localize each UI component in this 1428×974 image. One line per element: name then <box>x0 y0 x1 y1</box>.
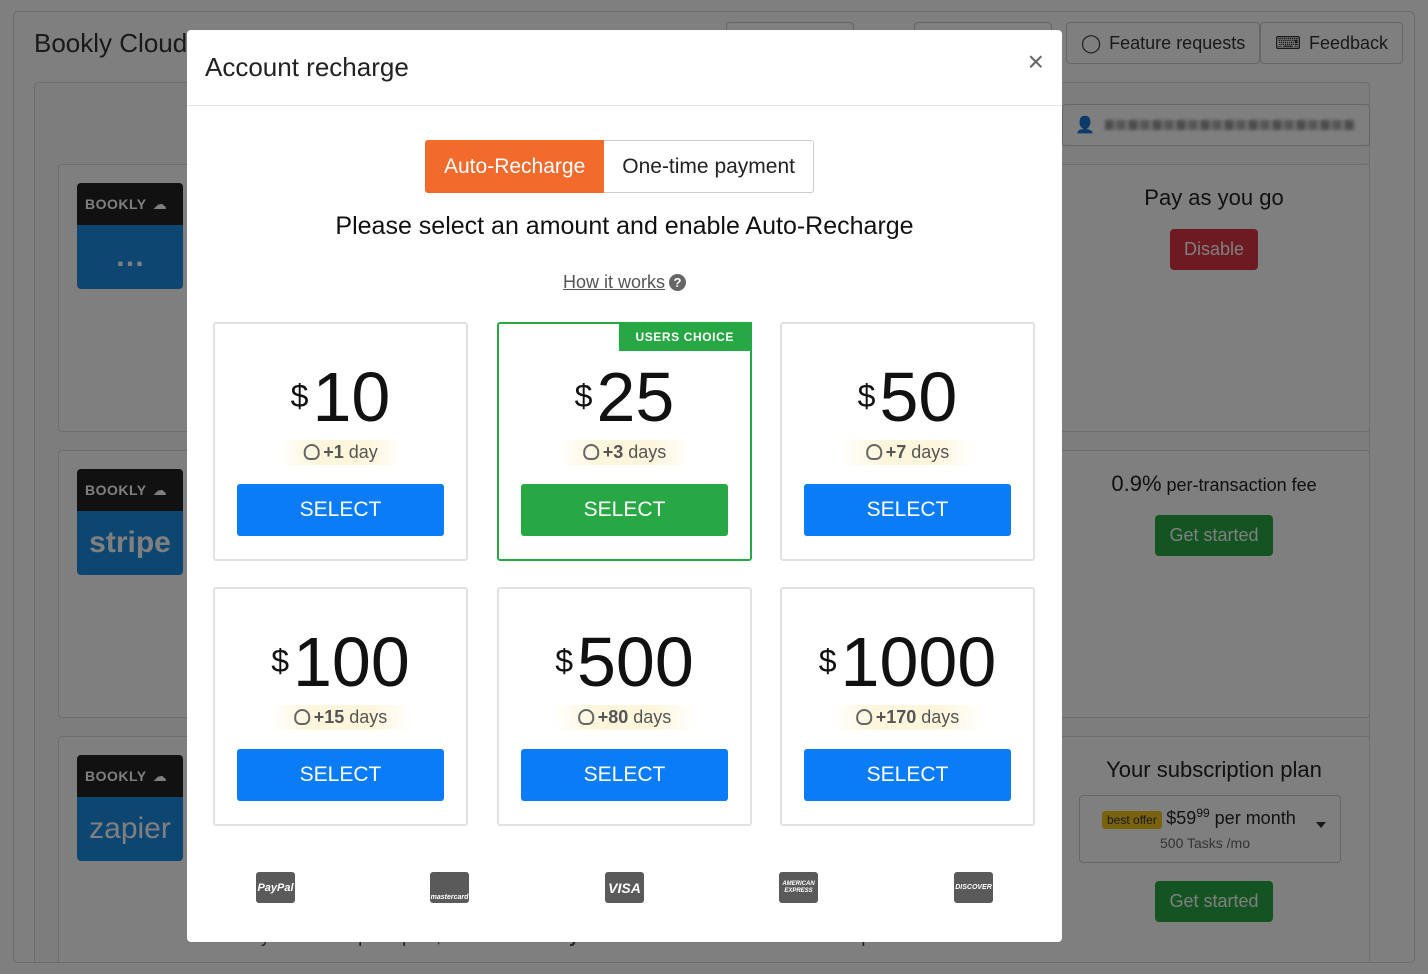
currency-symbol: $ <box>818 643 837 679</box>
plan-amount: $25 <box>499 362 750 432</box>
headset-icon <box>577 709 594 725</box>
plan-amount: $50 <box>782 362 1033 432</box>
bonus-unit: days <box>628 707 672 727</box>
bonus-days: +3 days <box>556 440 693 465</box>
select-button-25[interactable]: SELECT <box>521 484 728 536</box>
bonus-unit: days <box>916 707 960 727</box>
currency-symbol: $ <box>290 378 309 414</box>
account-recharge-modal: Account recharge × Auto-Recharge One-tim… <box>187 30 1062 942</box>
bonus-days: +15 days <box>267 705 414 730</box>
headset-icon <box>303 444 320 460</box>
select-button-100[interactable]: SELECT <box>237 749 444 801</box>
bonus-days: +170 days <box>829 705 986 730</box>
how-it-works-link[interactable]: How it works <box>563 272 665 292</box>
bonus-value: +3 <box>602 442 624 462</box>
bonus-unit: days <box>623 442 667 462</box>
currency-symbol: $ <box>857 378 876 414</box>
currency-symbol: $ <box>555 643 573 679</box>
bonus-days: +7 days <box>839 440 976 465</box>
amount-value: 10 <box>312 358 391 436</box>
visa-logo: VISA <box>605 872 644 903</box>
payment-mode-toggle: Auto-Recharge One-time payment <box>425 140 814 193</box>
headset-icon <box>293 709 310 725</box>
headset-icon <box>865 444 882 460</box>
bonus-value: +1 <box>323 442 344 462</box>
modal-title: Account recharge <box>205 52 409 82</box>
select-button-50[interactable]: SELECT <box>804 484 1011 536</box>
users-choice-ribbon: USERS CHOICE <box>619 322 752 351</box>
plan-amount: $1000 <box>782 627 1033 697</box>
headset-icon <box>855 709 872 725</box>
plan-card-25: USERS CHOICE $25 +3 days SELECT <box>497 322 752 561</box>
bonus-value: +15 <box>313 707 345 727</box>
select-button-1000[interactable]: SELECT <box>804 749 1011 801</box>
select-button-500[interactable]: SELECT <box>521 749 728 801</box>
modal-heading: Please select an amount and enable Auto-… <box>335 212 914 240</box>
mastercard-logo: mastercard <box>430 872 469 903</box>
bonus-days: +1 day <box>277 440 404 465</box>
select-button-10[interactable]: SELECT <box>237 484 444 536</box>
plan-amount: $100 <box>215 627 466 697</box>
plan-card-10: $10 +1 day SELECT <box>213 322 468 561</box>
amount-value: 100 <box>293 623 410 701</box>
plan-amount: $10 <box>215 362 466 432</box>
bonus-value: +7 <box>885 442 907 462</box>
how-it-works: How it works? <box>187 272 1062 293</box>
tab-one-time-payment[interactable]: One-time payment <box>604 140 814 193</box>
question-icon[interactable]: ? <box>669 274 686 291</box>
bonus-unit: days <box>344 707 388 727</box>
bonus-days: +80 days <box>551 705 698 730</box>
bonus-value: +170 <box>875 707 917 727</box>
headset-icon <box>582 444 599 460</box>
amount-value: 25 <box>596 358 675 436</box>
plan-card-100: $100 +15 days SELECT <box>213 587 468 826</box>
paypal-logo: PayPal <box>256 872 295 903</box>
discover-logo: DISCOVER <box>954 872 993 903</box>
amount-value: 1000 <box>840 623 997 701</box>
bonus-unit: day <box>343 442 378 462</box>
plan-card-50: $50 +7 days SELECT <box>780 322 1035 561</box>
tab-auto-recharge[interactable]: Auto-Recharge <box>425 140 605 193</box>
modal-header: Account recharge × <box>187 30 1062 106</box>
amount-value: 500 <box>577 623 694 701</box>
close-icon[interactable]: × <box>1028 48 1044 76</box>
plan-card-1000: $1000 +170 days SELECT <box>780 587 1035 826</box>
amex-logo: AMERICAN EXPRESS <box>779 872 818 903</box>
amount-value: 50 <box>879 358 958 436</box>
bonus-unit: days <box>906 442 950 462</box>
currency-symbol: $ <box>574 378 593 414</box>
currency-symbol: $ <box>271 643 289 679</box>
bonus-value: +80 <box>597 707 629 727</box>
plan-card-500: $500 +80 days SELECT <box>497 587 752 826</box>
plan-amount: $500 <box>499 627 750 697</box>
